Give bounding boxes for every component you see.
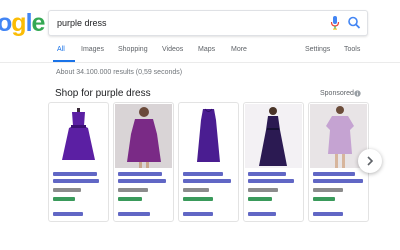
product-title-line	[248, 172, 286, 176]
product-store	[53, 197, 75, 201]
tab-all[interactable]: All	[57, 46, 65, 53]
sponsored-label: Sponsored	[320, 90, 354, 97]
product-card[interactable]	[48, 102, 109, 222]
search-input[interactable]	[57, 14, 307, 32]
search-icon[interactable]	[347, 15, 361, 31]
search-box[interactable]	[48, 10, 368, 36]
product-title-line	[53, 179, 99, 183]
product-link	[313, 212, 343, 216]
info-icon[interactable]	[354, 90, 361, 97]
product-store	[313, 197, 335, 201]
product-card[interactable]	[178, 102, 239, 222]
product-price	[53, 188, 81, 192]
product-price	[248, 188, 278, 192]
product-title-line	[183, 179, 231, 183]
tab-more[interactable]: More	[231, 46, 247, 53]
product-title-line	[53, 172, 97, 176]
search-tabs: All Images Shopping Videos Maps More Set…	[0, 40, 400, 63]
logo-letter-e: e	[31, 9, 46, 37]
product-store	[183, 197, 213, 201]
tools-link[interactable]: Tools	[344, 46, 360, 53]
product-card[interactable]	[243, 102, 304, 222]
product-title-line	[313, 172, 355, 176]
product-link	[53, 212, 83, 216]
product-image-purple-dress-shift	[180, 104, 237, 168]
tab-images[interactable]: Images	[81, 46, 104, 53]
carousel-next-button[interactable]	[358, 149, 382, 173]
chevron-right-icon	[367, 156, 374, 166]
product-store	[248, 197, 272, 201]
product-price	[183, 188, 209, 192]
product-image-purple-dress-sleeveless	[50, 104, 107, 168]
result-stats: About 34.100.000 results (0,59 seconds)	[56, 69, 183, 76]
product-title-line	[118, 172, 162, 176]
tab-maps[interactable]: Maps	[198, 46, 215, 53]
settings-link[interactable]: Settings	[305, 46, 330, 53]
product-title-line	[118, 179, 166, 183]
product-card[interactable]	[113, 102, 174, 222]
product-link	[183, 212, 213, 216]
logo-letter-o1: o	[0, 9, 12, 37]
shopping-title[interactable]: Shop for purple dress	[55, 88, 151, 99]
product-link	[118, 212, 150, 216]
product-image-purple-dress-model	[115, 104, 172, 168]
logo-letter-g: g	[11, 9, 26, 37]
product-title-line	[183, 172, 223, 176]
mic-icon[interactable]	[329, 15, 341, 31]
tab-shopping[interactable]: Shopping	[118, 46, 148, 53]
google-logo[interactable]: ogle	[0, 9, 46, 38]
active-tab-indicator	[53, 60, 75, 62]
tab-videos[interactable]: Videos	[162, 46, 183, 53]
product-image-purple-dress-gown	[245, 104, 302, 168]
product-title-line	[248, 179, 294, 183]
product-store	[118, 197, 142, 201]
product-title-line	[313, 179, 363, 183]
product-link	[248, 212, 276, 216]
product-price	[118, 188, 148, 192]
product-price	[313, 188, 343, 192]
